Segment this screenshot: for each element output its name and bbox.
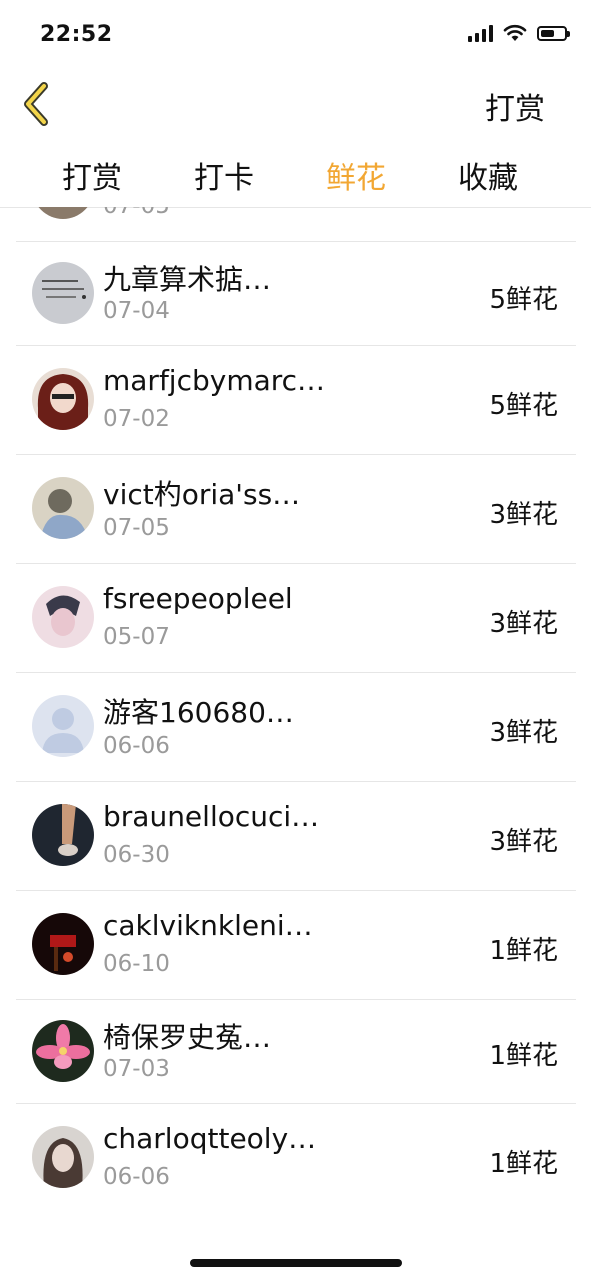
list-item-name: vict杓oria'ss… — [103, 478, 301, 511]
avatar — [32, 695, 94, 757]
list-item[interactable]: caklviknkleni… 06-10 1鲜花 — [16, 890, 576, 1000]
avatar — [32, 804, 94, 866]
list-item-date: 07-05 — [103, 207, 170, 219]
avatar — [32, 586, 94, 648]
list-item[interactable]: 07-05 — [16, 207, 576, 242]
avatar — [32, 1126, 94, 1188]
avatar — [32, 368, 94, 430]
list-item-amount: 3鲜花 — [489, 500, 558, 530]
nav-bar: 打赏 — [0, 72, 591, 136]
list-item-name: braunellocuci… — [103, 800, 320, 833]
list-item-amount: 3鲜花 — [489, 609, 558, 639]
list-item-name: 椅保罗史菟… — [103, 1021, 272, 1054]
list-item-date: 07-05 — [103, 515, 170, 541]
list-item-date: 06-06 — [103, 733, 170, 759]
list-item-name: charloqtteoly… — [103, 1122, 317, 1155]
list-item-amount: 1鲜花 — [489, 1149, 558, 1179]
list-item-date: 06-10 — [103, 951, 170, 977]
list-item[interactable]: vict杓oria'ss… 07-05 3鲜花 — [16, 454, 576, 564]
status-time: 22:52 — [40, 22, 113, 47]
avatar — [32, 1020, 94, 1082]
wifi-icon — [503, 24, 527, 41]
list-item-name: 九章算术掂… — [103, 263, 272, 296]
avatar — [32, 207, 94, 219]
status-bar: 22:52 — [0, 0, 591, 70]
list-item-date: 07-04 — [103, 298, 170, 324]
list-item-amount: 3鲜花 — [489, 827, 558, 857]
list-item-name: fsreepeopleel — [103, 582, 293, 615]
list-item-amount: 5鲜花 — [489, 285, 558, 315]
reward-button[interactable]: 打赏 — [485, 84, 545, 128]
avatar — [32, 477, 94, 539]
battery-icon — [537, 25, 570, 41]
back-chevron-icon[interactable] — [18, 80, 62, 128]
list-item[interactable]: 椅保罗史菟… 07-03 1鲜花 — [16, 999, 576, 1104]
list-item[interactable]: braunellocuci… 06-30 3鲜花 — [16, 781, 576, 891]
list-item-date: 07-02 — [103, 406, 170, 432]
tab-favorites[interactable]: 收藏 — [458, 153, 518, 197]
list-item-name: caklviknkleni… — [103, 909, 313, 942]
list-item[interactable]: 九章算术掂… 07-04 5鲜花 — [16, 241, 576, 346]
list-item[interactable]: marfjcbymarc… 07-02 5鲜花 — [16, 345, 576, 455]
home-indicator[interactable] — [190, 1259, 402, 1267]
avatar — [32, 262, 94, 324]
list-item-name: marfjcbymarc… — [103, 364, 326, 397]
list-item-amount: 1鲜花 — [489, 936, 558, 966]
tab-flowers[interactable]: 鲜花 — [326, 153, 386, 197]
flower-list: 07-05 九章算术掂… 07-04 5鲜花 marfjcbymarc… 07-… — [16, 207, 576, 1211]
list-item-date: 06-06 — [103, 1164, 170, 1190]
list-item-amount: 1鲜花 — [489, 1041, 558, 1071]
list-item-amount: 3鲜花 — [489, 718, 558, 748]
tab-reward[interactable]: 打赏 — [62, 153, 122, 197]
tab-bar: 打赏 打卡 鲜花 收藏 — [0, 145, 591, 208]
list-item-date: 06-30 — [103, 842, 170, 868]
list-item[interactable]: fsreepeopleel 05-07 3鲜花 — [16, 563, 576, 673]
cellular-signal-icon — [468, 24, 493, 42]
list-item[interactable]: charloqtteoly… 06-06 1鲜花 — [16, 1103, 576, 1211]
list-item-amount: 5鲜花 — [489, 391, 558, 421]
avatar — [32, 913, 94, 975]
list-item-name: 游客160680… — [103, 696, 294, 729]
status-icons — [468, 24, 570, 42]
list-item-date: 07-03 — [103, 1056, 170, 1082]
list-item[interactable]: 游客160680… 06-06 3鲜花 — [16, 672, 576, 782]
tab-checkin[interactable]: 打卡 — [194, 153, 254, 197]
list-item-date: 05-07 — [103, 624, 170, 650]
